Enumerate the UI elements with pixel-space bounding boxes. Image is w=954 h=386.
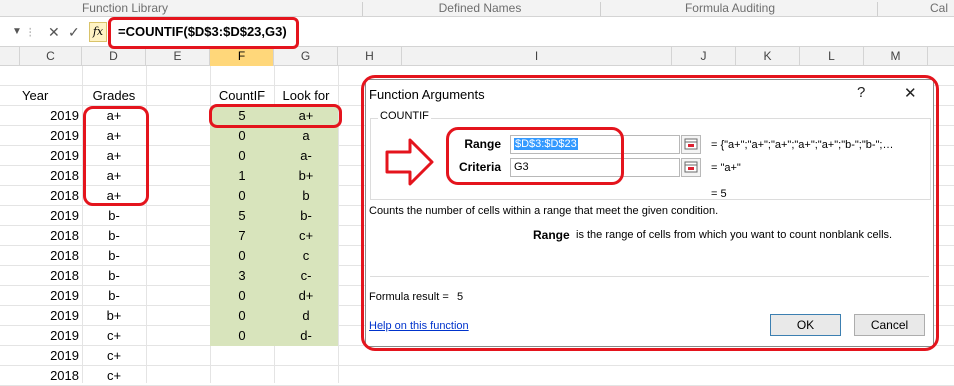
year-cell[interactable]: 2018 [20, 366, 82, 386]
year-cell[interactable]: 2018 [20, 266, 82, 286]
lookfor-cell[interactable]: b- [274, 206, 338, 226]
year-cell[interactable]: 2019 [20, 126, 82, 146]
year-cell[interactable]: 2019 [20, 106, 82, 126]
countif-cell[interactable]: 0 [210, 126, 274, 146]
header-grades[interactable]: Grades [82, 86, 146, 106]
insert-function-icon[interactable]: fx [89, 22, 107, 42]
header-year[interactable]: Year [20, 86, 82, 106]
ribbon-separator [877, 2, 878, 16]
lookfor-cell[interactable]: c+ [274, 226, 338, 246]
ribbon-group-defined-names: Defined Names [438, 1, 522, 15]
countif-cell[interactable]: 1 [210, 166, 274, 186]
grade-cell[interactable]: c+ [82, 326, 146, 346]
grade-cell[interactable]: b- [82, 266, 146, 286]
countif-cell[interactable]: 7 [210, 226, 274, 246]
dialog-highlight-outline [361, 75, 939, 351]
countif-cell[interactable]: 0 [210, 326, 274, 346]
grades-range-highlight-outline [83, 106, 149, 206]
year-cell[interactable]: 2018 [20, 186, 82, 206]
lookfor-cell[interactable]: a [274, 126, 338, 146]
first-result-highlight-outline [209, 104, 342, 128]
lookfor-cell[interactable]: b [274, 186, 338, 206]
ribbon-separator [600, 2, 601, 16]
grade-cell[interactable]: c+ [82, 366, 146, 386]
header-lookfor[interactable]: Look for [274, 86, 338, 106]
column-header-g[interactable]: G [274, 47, 338, 66]
column-header-k[interactable]: K [736, 47, 800, 66]
formula-bar-separator-icon: ⁝ [28, 24, 33, 40]
countif-cell[interactable]: 3 [210, 266, 274, 286]
column-header-bar: C D E F G H I J K L M [0, 47, 954, 66]
year-cell[interactable]: 2019 [20, 286, 82, 306]
lookfor-cell[interactable]: c- [274, 266, 338, 286]
column-header-h[interactable]: H [338, 47, 402, 66]
name-box-dropdown-icon[interactable]: ▼ [12, 26, 22, 37]
ribbon-group-formula-auditing: Formula Auditing [684, 1, 776, 15]
countif-cell[interactable]: 0 [210, 246, 274, 266]
lookfor-cell[interactable]: c [274, 246, 338, 266]
lookfor-cell[interactable]: d [274, 306, 338, 326]
ribbon-group-calculation: Cal [930, 1, 949, 15]
ribbon-group-bar: Function Library Defined Names Formula A… [0, 0, 954, 17]
lookfor-cell[interactable]: b+ [274, 166, 338, 186]
lookfor-cell[interactable]: d+ [274, 286, 338, 306]
lookfor-cell[interactable]: d- [274, 326, 338, 346]
year-cell[interactable]: 2019 [20, 326, 82, 346]
year-cell[interactable]: 2018 [20, 226, 82, 246]
year-cell[interactable]: 2019 [20, 206, 82, 226]
grade-cell[interactable]: c+ [82, 346, 146, 366]
formula-highlight-outline [108, 17, 299, 49]
grade-cell[interactable]: b- [82, 246, 146, 266]
countif-cell[interactable]: 5 [210, 206, 274, 226]
grade-cell[interactable]: b- [82, 206, 146, 226]
arguments-highlight-outline [446, 127, 624, 185]
header-countif[interactable]: CountIF [210, 86, 274, 106]
lookfor-cell[interactable]: a- [274, 146, 338, 166]
column-header-c[interactable]: C [20, 47, 82, 66]
grade-cell[interactable]: b- [82, 286, 146, 306]
ribbon-group-function-library: Function Library [81, 1, 169, 15]
ribbon-separator [362, 2, 363, 16]
select-all-corner[interactable] [0, 47, 20, 66]
confirm-entry-icon[interactable]: ✓ [68, 24, 80, 41]
countif-cell[interactable]: 0 [210, 286, 274, 306]
arrow-right-icon [385, 138, 434, 186]
grade-cell[interactable]: b+ [82, 306, 146, 326]
column-header-f[interactable]: F [210, 47, 274, 66]
grade-cell[interactable]: b- [82, 226, 146, 246]
table-row: 2018 c+ [0, 366, 954, 386]
column-header-j[interactable]: J [672, 47, 736, 66]
year-cell[interactable]: 2019 [20, 306, 82, 326]
year-cell[interactable]: 2018 [20, 246, 82, 266]
column-header-m[interactable]: M [864, 47, 928, 66]
countif-cell[interactable]: 0 [210, 186, 274, 206]
column-header-e[interactable]: E [146, 47, 210, 66]
cancel-entry-icon[interactable]: ✕ [48, 24, 60, 41]
countif-cell[interactable]: 0 [210, 306, 274, 326]
column-header-l[interactable]: L [800, 47, 864, 66]
year-cell[interactable]: 2019 [20, 346, 82, 366]
countif-cell[interactable]: 0 [210, 146, 274, 166]
year-cell[interactable]: 2018 [20, 166, 82, 186]
year-cell[interactable]: 2019 [20, 146, 82, 166]
column-header-d[interactable]: D [82, 47, 146, 66]
column-header-i[interactable]: I [402, 47, 672, 66]
